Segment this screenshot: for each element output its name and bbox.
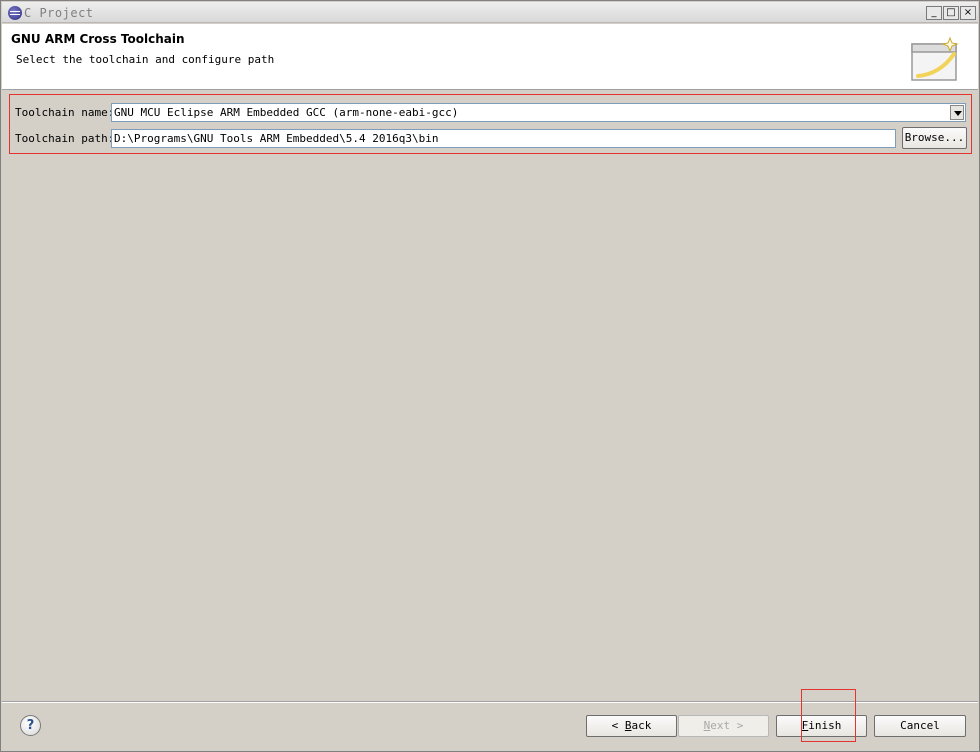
back-mnemonic: B [624, 719, 632, 732]
page-description: Select the toolchain and configure path [16, 53, 275, 66]
window-title: C Project [24, 6, 94, 20]
maximize-button[interactable]: □ [943, 6, 959, 20]
finish-highlight-box [801, 689, 856, 742]
next-label: ext > [710, 719, 744, 732]
back-button[interactable]: < Back [586, 715, 677, 737]
eclipse-icon [8, 6, 22, 20]
close-button[interactable]: × [960, 6, 976, 20]
back-label: ack [631, 719, 652, 732]
minimize-button[interactable]: _ [926, 6, 942, 20]
back-arrow: < [611, 719, 625, 732]
wizard-window: C Project _ □ × GNU ARM Cross Toolchain … [0, 0, 980, 752]
dropdown-arrow-icon[interactable] [950, 105, 964, 120]
help-icon[interactable]: ? [20, 715, 41, 736]
wizard-header: GNU ARM Cross Toolchain Select the toolc… [2, 24, 978, 90]
toolchain-name-combo[interactable]: GNU MCU Eclipse ARM Embedded GCC (arm-no… [111, 103, 966, 122]
next-button[interactable]: Next > [678, 715, 769, 737]
title-bar: C Project _ □ × [2, 2, 978, 23]
toolchain-path-input[interactable] [111, 129, 896, 148]
browse-button[interactable]: Browse... [902, 127, 967, 149]
cancel-button[interactable]: Cancel [874, 715, 966, 737]
toolchain-path-label: Toolchain path: [15, 132, 115, 145]
toolchain-group: Toolchain name: GNU MCU Eclipse ARM Embe… [9, 94, 972, 154]
page-title: GNU ARM Cross Toolchain [11, 32, 185, 46]
toolchain-name-label: Toolchain name: [15, 106, 115, 119]
toolchain-name-value: GNU MCU Eclipse ARM Embedded GCC (arm-no… [114, 106, 459, 119]
wizard-banner-icon [911, 36, 959, 81]
